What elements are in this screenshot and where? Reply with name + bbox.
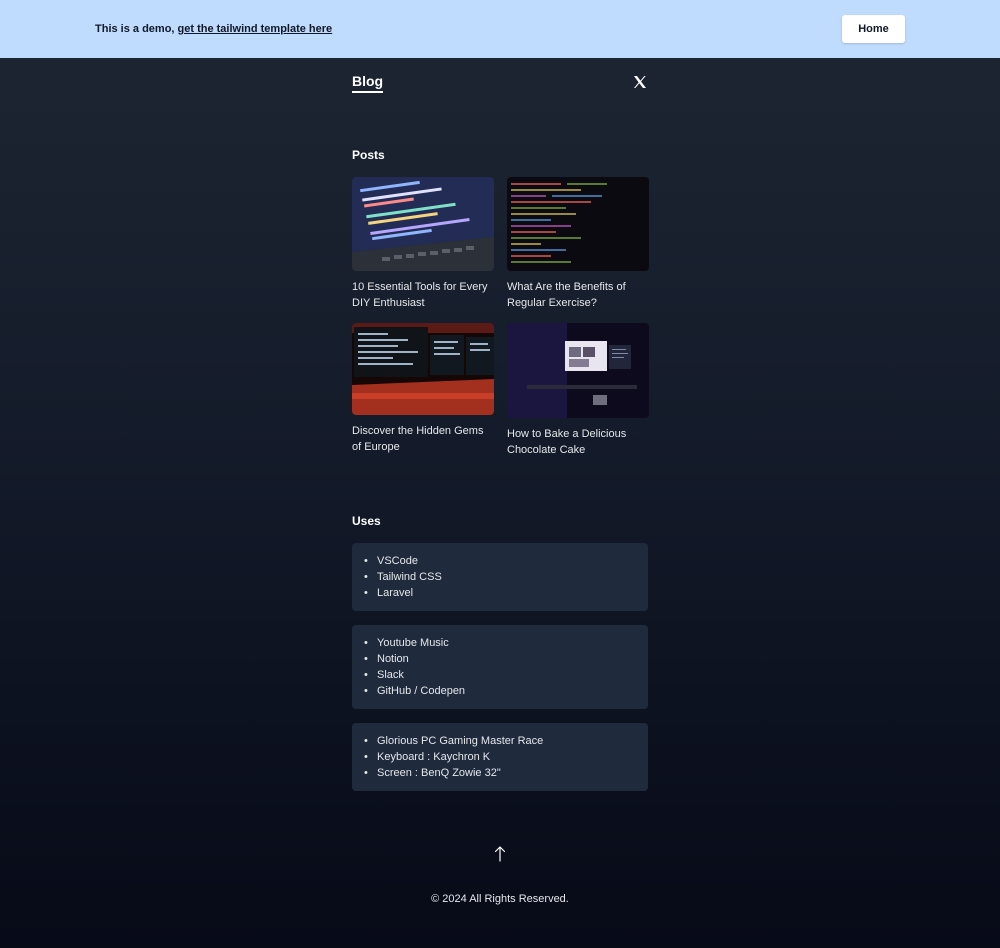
x-icon[interactable] <box>632 74 648 90</box>
footer-copyright: © 2024 All Rights Reserved. <box>431 893 569 905</box>
post-title[interactable]: Discover the Hidden Gems of Europe <box>352 423 494 455</box>
list-item: Youtube Music <box>364 635 638 651</box>
dark-room-monitor-image[interactable] <box>507 323 649 418</box>
code-screen-dark-image[interactable] <box>507 177 649 271</box>
arrow-up-icon[interactable] <box>493 845 507 862</box>
demo-banner: This is a demo, get the tailwind templat… <box>0 0 1000 58</box>
list-item: Slack <box>364 667 638 683</box>
list-item: GitHub / Codepen <box>364 683 638 699</box>
banner-text: This is a demo, get the tailwind templat… <box>95 23 332 35</box>
banner-message: This is a demo, <box>95 23 178 35</box>
uses-list: Glorious PC Gaming Master Race Keyboard … <box>364 733 638 781</box>
posts-grid: 10 Essential Tools for Every DIY Enthusi… <box>352 177 649 467</box>
uses-heading: Uses <box>352 514 381 528</box>
multi-monitor-setup-image[interactable] <box>352 323 494 415</box>
uses-card: VSCode Tailwind CSS Laravel <box>352 543 648 611</box>
uses-card: Glorious PC Gaming Master Race Keyboard … <box>352 723 648 791</box>
code-on-laptop-image[interactable] <box>352 177 494 271</box>
list-item: Screen : BenQ Zowie 32" <box>364 765 638 781</box>
list-item: VSCode <box>364 553 638 569</box>
post-card[interactable]: 10 Essential Tools for Every DIY Enthusi… <box>352 177 494 311</box>
home-button[interactable]: Home <box>842 15 905 43</box>
list-item: Notion <box>364 651 638 667</box>
template-link[interactable]: get the tailwind template here <box>178 23 333 35</box>
uses-list: Youtube Music Notion Slack GitHub / Code… <box>364 635 638 699</box>
nav-blog-link[interactable]: Blog <box>352 73 384 93</box>
list-item: Laravel <box>364 585 638 601</box>
main-container: Blog Posts 10 Essential Tools for Every … <box>352 58 649 791</box>
uses-list: VSCode Tailwind CSS Laravel <box>364 553 638 601</box>
post-title[interactable]: What Are the Benefits of Regular Exercis… <box>507 279 649 311</box>
post-card[interactable]: How to Bake a Delicious Chocolate Cake <box>507 323 649 458</box>
list-item: Tailwind CSS <box>364 569 638 585</box>
uses-card: Youtube Music Notion Slack GitHub / Code… <box>352 625 648 709</box>
post-card[interactable]: Discover the Hidden Gems of Europe <box>352 323 494 455</box>
list-item: Glorious PC Gaming Master Race <box>364 733 638 749</box>
posts-heading: Posts <box>352 148 385 162</box>
list-item: Keyboard : Kaychron K <box>364 749 638 765</box>
post-card[interactable]: What Are the Benefits of Regular Exercis… <box>507 177 649 311</box>
post-title[interactable]: How to Bake a Delicious Chocolate Cake <box>507 426 649 458</box>
top-nav: Blog <box>352 58 648 108</box>
post-title[interactable]: 10 Essential Tools for Every DIY Enthusi… <box>352 279 494 311</box>
